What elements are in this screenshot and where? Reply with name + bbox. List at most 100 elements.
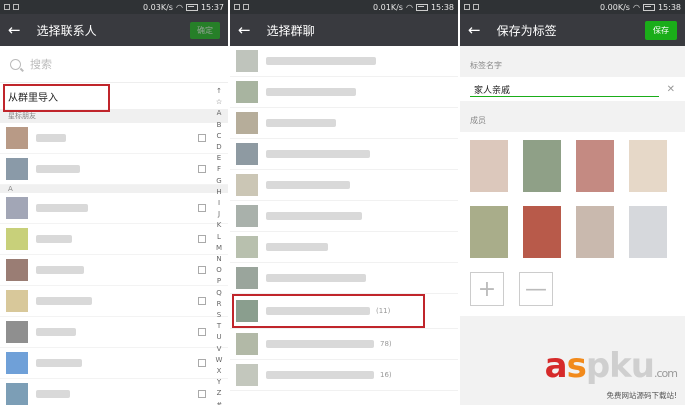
- group-row[interactable]: 78): [230, 329, 458, 360]
- index-letter[interactable]: J: [218, 209, 220, 220]
- index-letter[interactable]: Y: [217, 377, 221, 388]
- group-name-blurred: [266, 57, 376, 65]
- save-button[interactable]: 保存: [645, 20, 677, 40]
- index-letter[interactable]: E: [217, 153, 221, 164]
- index-letter[interactable]: W: [216, 355, 223, 366]
- search-input[interactable]: 搜索: [30, 56, 52, 72]
- back-arrow-icon[interactable]: ←: [468, 21, 481, 39]
- tag-name-value[interactable]: 家人亲戚: [474, 83, 510, 96]
- group-row[interactable]: [230, 232, 458, 263]
- index-letter[interactable]: U: [216, 332, 221, 343]
- contact-row[interactable]: [0, 123, 228, 154]
- index-letter[interactable]: Z: [217, 388, 222, 399]
- member-avatar[interactable]: [629, 140, 667, 192]
- member-avatar[interactable]: [523, 206, 561, 258]
- index-letter[interactable]: X: [217, 366, 222, 377]
- checkbox[interactable]: [198, 204, 206, 212]
- index-letter[interactable]: ↑: [216, 86, 222, 97]
- clock: 15:37: [200, 2, 224, 12]
- contact-name-blurred: [36, 359, 82, 367]
- contact-row[interactable]: [0, 379, 228, 405]
- index-letter[interactable]: N: [216, 254, 221, 265]
- index-letter[interactable]: C: [217, 131, 222, 142]
- index-letter[interactable]: Q: [216, 288, 222, 299]
- group-row[interactable]: [230, 108, 458, 139]
- checkbox[interactable]: [198, 390, 206, 398]
- back-arrow-icon[interactable]: ←: [8, 21, 21, 39]
- group-avatar: [236, 143, 258, 165]
- member-avatar[interactable]: [576, 140, 614, 192]
- group-name-blurred: [266, 212, 362, 220]
- page-title: 保存为标签: [496, 23, 557, 38]
- group-row[interactable]: [230, 77, 458, 108]
- checkbox[interactable]: [198, 235, 206, 243]
- member-avatar[interactable]: [470, 140, 508, 192]
- checkbox[interactable]: [198, 359, 206, 367]
- save-as-tag-screen: 0.00K/s ◠ 15:38 ← 保存为标签 保存 标签名字 家人亲戚 ✕ 成员 …: [460, 0, 685, 405]
- member-avatar[interactable]: [523, 140, 561, 192]
- add-member-icon[interactable]: +: [470, 272, 504, 306]
- index-letter[interactable]: P: [217, 276, 221, 287]
- contact-row[interactable]: [0, 224, 228, 255]
- index-letter[interactable]: T: [217, 321, 221, 332]
- top-bar: ← 选择联系人 确定: [0, 14, 228, 46]
- tag-name-field[interactable]: 家人亲戚 ✕: [460, 77, 685, 101]
- group-row[interactable]: [230, 201, 458, 232]
- group-row[interactable]: [230, 139, 458, 170]
- checkbox[interactable]: [198, 328, 206, 336]
- index-letter[interactable]: M: [216, 243, 222, 254]
- index-letter[interactable]: O: [216, 265, 222, 276]
- index-letter[interactable]: #: [216, 400, 222, 405]
- app-icon: [243, 4, 249, 10]
- contact-row[interactable]: [0, 193, 228, 224]
- index-letter[interactable]: G: [216, 176, 221, 187]
- checkbox[interactable]: [198, 266, 206, 274]
- checkbox[interactable]: [198, 134, 206, 142]
- back-arrow-icon[interactable]: ←: [238, 21, 251, 39]
- group-row[interactable]: [230, 46, 458, 77]
- group-avatar: [236, 112, 258, 134]
- group-row-selected[interactable]: (11): [230, 294, 458, 329]
- contact-row[interactable]: [0, 286, 228, 317]
- search-bar[interactable]: 搜索: [0, 46, 228, 83]
- index-letter[interactable]: V: [217, 344, 222, 355]
- status-bar: 0.01K/s ◠ 15:38: [230, 0, 458, 14]
- checkbox[interactable]: [198, 165, 206, 173]
- page-title: 选择联系人: [36, 23, 97, 38]
- group-row[interactable]: [230, 170, 458, 201]
- index-letter[interactable]: L: [217, 232, 221, 243]
- member-avatar[interactable]: [629, 206, 667, 258]
- contact-row[interactable]: [0, 317, 228, 348]
- index-letter[interactable]: S: [217, 310, 221, 321]
- index-letter[interactable]: I: [218, 198, 220, 209]
- alphabet-index[interactable]: ↑ ☆ A B C D E F G H I J K L M N O P Q R S T U V W X Y Z #: [214, 86, 224, 405]
- confirm-button[interactable]: 确定: [190, 21, 220, 39]
- group-row[interactable]: [230, 263, 458, 294]
- group-row[interactable]: 16): [230, 360, 458, 391]
- group-avatar: [236, 81, 258, 103]
- contact-row[interactable]: [0, 348, 228, 379]
- index-letter[interactable]: K: [217, 220, 222, 231]
- index-letter[interactable]: R: [217, 299, 222, 310]
- contact-row[interactable]: [0, 255, 228, 286]
- member-avatar[interactable]: [576, 206, 614, 258]
- index-letter[interactable]: H: [216, 187, 221, 198]
- index-letter[interactable]: ☆: [216, 97, 222, 108]
- notification-icon: [4, 4, 10, 10]
- index-letter[interactable]: F: [217, 164, 221, 175]
- index-letter[interactable]: B: [217, 120, 222, 131]
- contact-row[interactable]: [0, 154, 228, 185]
- group-name-blurred: [266, 371, 374, 379]
- index-letter[interactable]: D: [216, 142, 221, 153]
- clear-icon[interactable]: ✕: [667, 84, 675, 95]
- index-letter[interactable]: A: [217, 108, 222, 119]
- import-from-group-button[interactable]: 从群里导入: [0, 83, 228, 112]
- remove-member-icon[interactable]: —: [519, 272, 553, 306]
- avatar: [6, 197, 28, 219]
- checkbox[interactable]: [198, 297, 206, 305]
- member-avatar[interactable]: [470, 206, 508, 258]
- group-name-blurred: [266, 243, 328, 251]
- contact-name-blurred: [36, 328, 76, 336]
- members-grid: + —: [460, 132, 685, 316]
- group-name-blurred: [266, 181, 350, 189]
